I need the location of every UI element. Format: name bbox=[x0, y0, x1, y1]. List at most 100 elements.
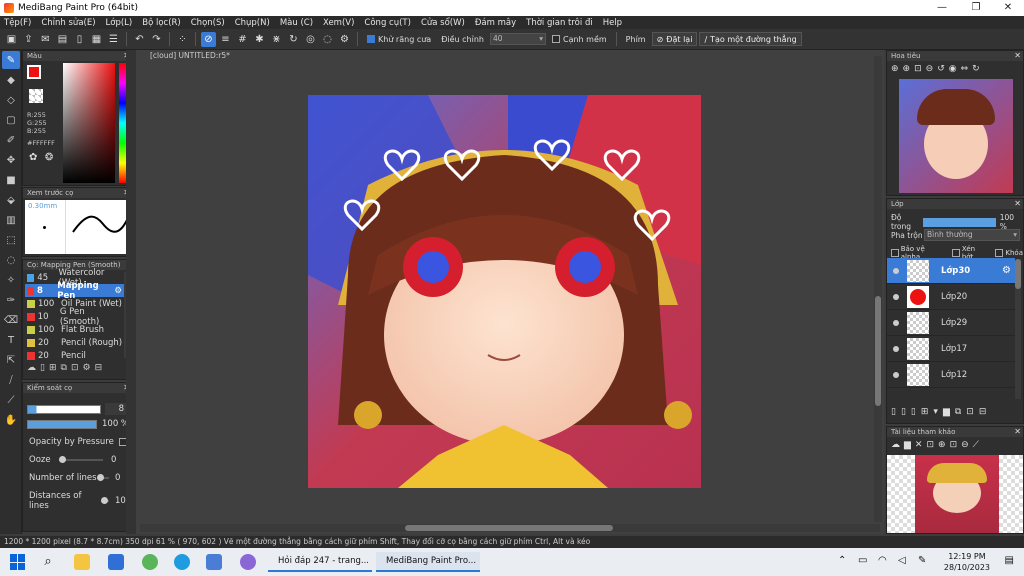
canvas-vertical-scrollbar[interactable] bbox=[874, 56, 882, 522]
network-app-icon[interactable] bbox=[206, 554, 222, 570]
brush-size-slider[interactable] bbox=[27, 404, 101, 414]
notification-icon[interactable]: ▤ bbox=[1005, 555, 1014, 566]
undo-icon[interactable]: ↶ bbox=[132, 32, 147, 47]
canvas-artwork[interactable] bbox=[308, 95, 701, 488]
layer-visibility-icon[interactable] bbox=[893, 371, 899, 378]
layer-row[interactable]: Lớp29 bbox=[887, 310, 1015, 336]
file-explorer-icon[interactable] bbox=[74, 554, 90, 570]
text-tool-icon[interactable]: T bbox=[2, 331, 20, 349]
fit-icon[interactable]: ⊡ bbox=[914, 64, 922, 74]
menu-view[interactable]: Xem(V) bbox=[323, 18, 354, 28]
fill-rect-icon[interactable]: ■ bbox=[2, 171, 20, 189]
menu-filter[interactable]: Bộ lọc(R) bbox=[142, 18, 181, 28]
duplicate-layer-icon[interactable]: ⧉ bbox=[955, 407, 961, 417]
foreground-color-swatch[interactable] bbox=[27, 65, 41, 79]
app-green-icon[interactable] bbox=[142, 554, 158, 570]
grid-icon[interactable]: ▦ bbox=[89, 32, 104, 47]
brush-item[interactable]: 20 Pencil (Rough) bbox=[25, 336, 124, 349]
color-settings-icon[interactable]: ❂ bbox=[45, 152, 53, 163]
taskbar-clock[interactable]: 12:19 PM 28/10/2023 bbox=[944, 551, 990, 573]
app-purple-icon[interactable] bbox=[240, 554, 256, 570]
reference-fit-screen-icon[interactable]: ⊡ bbox=[950, 440, 958, 450]
perspective-snap-icon[interactable]: ⋇ bbox=[269, 32, 284, 47]
reference-close-icon[interactable]: ✕ bbox=[915, 440, 923, 450]
store-icon[interactable] bbox=[108, 554, 124, 570]
grid-snap-icon[interactable]: # bbox=[235, 32, 250, 47]
menu-window[interactable]: Cửa sổ(W) bbox=[421, 18, 465, 28]
snap-off-icon[interactable]: ⊘ bbox=[201, 31, 216, 47]
menu-select[interactable]: Chọn(S) bbox=[191, 18, 225, 28]
transparent-color-swatch[interactable] bbox=[29, 89, 43, 103]
new-halftone-layer-icon[interactable]: ▯ bbox=[901, 407, 906, 417]
menu-cloud[interactable]: Đám mây bbox=[475, 18, 516, 28]
brush-add-icon[interactable]: ⊞ bbox=[49, 363, 57, 373]
layer-visibility-icon[interactable] bbox=[893, 345, 899, 352]
brush-copy-icon[interactable]: ⊡ bbox=[71, 363, 79, 373]
lock-checkbox[interactable]: Khóa bbox=[995, 249, 1023, 257]
brush-delete-icon[interactable]: ⊟ bbox=[95, 363, 103, 373]
number-of-lines-slider[interactable] bbox=[97, 474, 109, 481]
brush-size-value[interactable]: 8 bbox=[105, 403, 127, 415]
operation-tool-icon[interactable]: ⇱ bbox=[2, 351, 20, 369]
select-pen-icon[interactable]: ✑ bbox=[2, 291, 20, 309]
menu-help[interactable]: Help bbox=[603, 18, 622, 28]
dot-eraser-icon[interactable]: ◇ bbox=[2, 91, 20, 109]
layer-visibility-icon[interactable] bbox=[893, 267, 899, 274]
layer-opacity-slider[interactable] bbox=[923, 217, 996, 227]
page-icon[interactable]: ▯ bbox=[72, 32, 87, 47]
adjust-select[interactable]: 40 bbox=[489, 33, 546, 45]
divide-tool-icon[interactable]: ⧸ bbox=[2, 371, 20, 389]
layer-row[interactable]: Lớp12 bbox=[887, 362, 1015, 388]
reference-zoom-out-icon[interactable]: ⊖ bbox=[961, 440, 969, 450]
reset-button[interactable]: ⊘ Đặt lại bbox=[651, 32, 698, 46]
rotate-right-icon[interactable]: ↻ bbox=[972, 64, 980, 74]
saturation-value-picker[interactable] bbox=[63, 63, 115, 183]
brush-item[interactable]: 10 G Pen (Smooth) bbox=[25, 307, 124, 327]
brush-opacity-slider[interactable] bbox=[27, 419, 97, 429]
brush-new-icon[interactable]: ▯ bbox=[40, 363, 45, 373]
tray-chevron-icon[interactable]: ⌃ bbox=[838, 555, 846, 566]
ellipse-snap-icon[interactable]: ◌ bbox=[320, 32, 335, 47]
layer-row[interactable]: Lớp17 bbox=[887, 336, 1015, 362]
menu-snap[interactable]: Chụp(N) bbox=[235, 18, 270, 28]
reference-image[interactable] bbox=[887, 455, 1023, 533]
curve-snap-icon[interactable]: ↻ bbox=[286, 32, 301, 47]
settings-snap-icon[interactable]: ⚙ bbox=[337, 32, 352, 47]
layer-visibility-icon[interactable] bbox=[893, 293, 899, 300]
tray-battery-icon[interactable]: ▭ bbox=[858, 555, 867, 566]
navigator-thumbnail[interactable] bbox=[899, 79, 1013, 193]
canvas-horizontal-scrollbar[interactable] bbox=[140, 524, 880, 532]
minimize-button[interactable]: — bbox=[926, 0, 958, 16]
layer-list-scrollbar[interactable] bbox=[1015, 259, 1021, 399]
hand-tool-icon[interactable]: ✋ bbox=[2, 411, 20, 429]
brush-settings-icon[interactable]: ⚙ bbox=[82, 363, 90, 373]
menu-timelapse[interactable]: Thời gian trôi đi bbox=[526, 18, 593, 28]
circle-snap-icon[interactable]: ◎ bbox=[303, 32, 318, 47]
document-tab[interactable]: [cloud] UNTITLED:r5* bbox=[150, 50, 230, 61]
new-8bit-layer-icon[interactable]: ⊞ bbox=[921, 407, 929, 417]
maximize-button[interactable]: ❐ bbox=[960, 0, 992, 16]
straight-line-button[interactable]: ∕ Tạo một đường thẳng bbox=[699, 32, 802, 46]
delete-layer-icon[interactable]: ⊟ bbox=[979, 407, 987, 417]
new-layer-icon[interactable]: ▯ bbox=[891, 407, 896, 417]
new-1bit-layer-icon[interactable]: ▯ bbox=[911, 407, 916, 417]
brush-settings-gear-icon[interactable]: ⚙ bbox=[114, 286, 122, 296]
comment-icon[interactable]: ✉ bbox=[38, 32, 53, 47]
panel-close-icon[interactable]: ✕ bbox=[1014, 427, 1021, 437]
distance-of-lines-slider[interactable] bbox=[101, 497, 109, 504]
menu-edit[interactable]: Chỉnh sửa(E) bbox=[41, 18, 95, 28]
merge-layer-icon[interactable]: ⊡ bbox=[966, 407, 974, 417]
reference-cloud-icon[interactable]: ☁ bbox=[891, 440, 900, 450]
chat-icon[interactable]: ▤ bbox=[55, 32, 70, 47]
brush-duplicate-icon[interactable]: ⧉ bbox=[61, 363, 67, 373]
parallel-snap-icon[interactable]: ≡ bbox=[218, 32, 233, 47]
tray-pen-icon[interactable]: ✎ bbox=[918, 555, 926, 566]
menu-tools[interactable]: Công cụ(T) bbox=[364, 18, 411, 28]
select-rect-icon[interactable]: ⬚ bbox=[2, 231, 20, 249]
flip-icon[interactable]: ⇔ bbox=[961, 64, 969, 74]
rotate-left-icon[interactable]: ↺ bbox=[937, 64, 945, 74]
zoom-in-alt-icon[interactable]: ⊕ bbox=[903, 64, 911, 74]
menu-layer[interactable]: Lớp(L) bbox=[106, 18, 133, 28]
reference-fit-icon[interactable]: ⊡ bbox=[926, 440, 934, 450]
blend-mode-select[interactable]: Bình thường bbox=[924, 229, 1020, 241]
